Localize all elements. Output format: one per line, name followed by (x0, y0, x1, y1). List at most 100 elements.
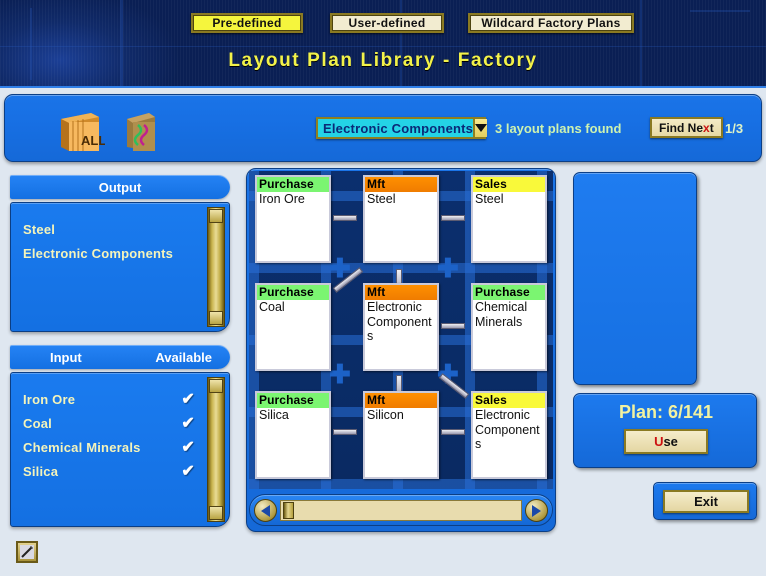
plan-counter-label: Plan: 6/141 (618, 402, 714, 422)
scroll-up-button[interactable] (209, 379, 223, 393)
list-item[interactable]: Iron Ore ✔ (11, 387, 231, 411)
use-button[interactable]: Use (624, 429, 708, 454)
scroll-thumb[interactable] (283, 502, 294, 519)
card-type-label: Mft (365, 393, 437, 408)
card-name-label: Steel (475, 192, 504, 206)
input-item-label: Coal (23, 415, 52, 431)
svg-text:ALL: ALL (81, 133, 105, 148)
tab-pre-defined-label: Pre-defined (212, 16, 282, 30)
plan-card[interactable]: Sales Steel (471, 175, 547, 263)
plans-found-text: 3 layout plans found (495, 121, 622, 136)
banner-texture (0, 46, 766, 47)
card-name-label: Electronic Components (367, 300, 432, 343)
plan-preview-pane[interactable] (573, 172, 697, 385)
list-item[interactable]: Electronic Components (11, 241, 199, 265)
filter-dropdown-value: Electronic Components (323, 120, 474, 136)
card-type-label: Purchase (473, 285, 545, 300)
input-item-label: Iron Ore (23, 391, 76, 407)
card-name-label: Steel (367, 192, 396, 206)
find-position-text: 1/3 (725, 121, 744, 136)
input-item-label: Silica (23, 463, 59, 479)
layout-grid-canvas[interactable]: ✚ ✚ ✚ ✚ Purchase Iron Ore Mft Steel Sale… (249, 171, 553, 489)
plan-card[interactable]: Purchase Chemical Minerals (471, 283, 547, 371)
list-item[interactable]: Coal ✔ (11, 411, 231, 435)
use-accel: U (654, 434, 664, 449)
scroll-right-button[interactable] (525, 499, 548, 522)
card-name-label: Coal (259, 300, 285, 314)
chevron-down-icon[interactable] (473, 119, 488, 137)
list-item[interactable]: Chemical Minerals ✔ (11, 435, 231, 459)
list-item[interactable]: Silica ✔ (11, 459, 231, 483)
banner-texture (690, 10, 750, 12)
plan-card[interactable]: Purchase Coal (255, 283, 331, 371)
scroll-track[interactable] (280, 500, 522, 521)
page-title: Layout Plan Library - Factory (228, 50, 538, 71)
card-name-label: Silica (259, 408, 289, 422)
find-next-label: Find Next (659, 120, 714, 135)
plan-card[interactable]: Mft Silicon (363, 391, 439, 479)
available-column-title: Available (155, 349, 212, 365)
banner-texture (120, 0, 123, 86)
tab-wildcard-factory-plans-label: Wildcard Factory Plans (481, 16, 621, 30)
plan-card[interactable]: Sales Electronic Components (471, 391, 547, 479)
grid-node-icon: ✚ (437, 253, 459, 283)
check-icon: ✔ (181, 463, 195, 480)
connector-link (441, 323, 465, 329)
output-panel-header: Output (10, 175, 230, 199)
output-list: Steel Electronic Components (11, 217, 199, 265)
card-type-label: Sales (473, 177, 545, 192)
exit-button-container: Exit (653, 482, 757, 520)
use-button-label: Use (654, 434, 678, 449)
scroll-down-button[interactable] (209, 311, 223, 325)
exit-button-label: Exit (694, 494, 718, 509)
list-item[interactable]: Steel (11, 217, 199, 241)
plan-card[interactable]: Mft Electronic Components (363, 283, 439, 371)
tab-user-defined[interactable]: User-defined (330, 13, 444, 33)
input-list: Iron Ore ✔ Coal ✔ Chemical Minerals ✔ Si… (11, 387, 231, 483)
connector-link (441, 215, 465, 221)
check-icon: ✔ (181, 415, 195, 432)
tab-wildcard-factory-plans[interactable]: Wildcard Factory Plans (468, 13, 634, 33)
plan-card[interactable]: Purchase Silica (255, 391, 331, 479)
card-type-label: Sales (473, 393, 545, 408)
card-name-label: Silicon (367, 408, 404, 422)
output-scrollbar[interactable] (207, 207, 225, 327)
scroll-down-button[interactable] (209, 506, 223, 520)
exit-button[interactable]: Exit (663, 490, 749, 513)
plan-info-box: Plan: 6/141 Use (573, 393, 757, 468)
output-item-label: Electronic Components (23, 245, 174, 261)
card-name-label: Chemical Minerals (475, 300, 528, 329)
card-type-label: Mft (365, 177, 437, 192)
card-type-label: Purchase (257, 393, 329, 408)
tab-pre-defined[interactable]: Pre-defined (191, 13, 303, 33)
tab-user-defined-label: User-defined (348, 16, 426, 30)
output-panel-title: Output (98, 179, 142, 195)
scroll-left-button[interactable] (254, 499, 277, 522)
card-type-label: Mft (365, 285, 437, 300)
card-name-label: Iron Ore (259, 192, 305, 206)
grid-horizontal-scrollbar[interactable] (249, 494, 553, 526)
all-books-icon[interactable]: ALL (53, 109, 106, 153)
header-banner: Pre-defined User-defined Wildcard Factor… (0, 0, 766, 88)
connector-link (441, 429, 465, 435)
toolbar: ALL Electronic Components 3 layout plans… (4, 94, 762, 162)
connector-link (333, 215, 357, 221)
plan-card[interactable]: Purchase Iron Ore (255, 175, 331, 263)
find-next-accel: x (703, 120, 710, 135)
find-next-button[interactable]: Find Next (650, 117, 723, 138)
card-type-label: Purchase (257, 285, 329, 300)
pencil-icon (20, 545, 34, 559)
input-scrollbar[interactable] (207, 377, 225, 522)
input-panel-body: Iron Ore ✔ Coal ✔ Chemical Minerals ✔ Si… (10, 372, 230, 527)
scroll-up-button[interactable] (209, 209, 223, 223)
input-item-label: Chemical Minerals (23, 439, 141, 455)
plan-card[interactable]: Mft Steel (363, 175, 439, 263)
edit-button[interactable] (16, 541, 38, 563)
card-type-label: Purchase (257, 177, 329, 192)
check-icon: ✔ (181, 391, 195, 408)
filter-dropdown[interactable]: Electronic Components (316, 117, 488, 139)
card-name-label: Electronic Components (475, 408, 540, 451)
grid-node-icon: ✚ (329, 359, 351, 389)
input-panel-header: Input Available (10, 345, 230, 369)
book-icon[interactable] (121, 109, 161, 153)
